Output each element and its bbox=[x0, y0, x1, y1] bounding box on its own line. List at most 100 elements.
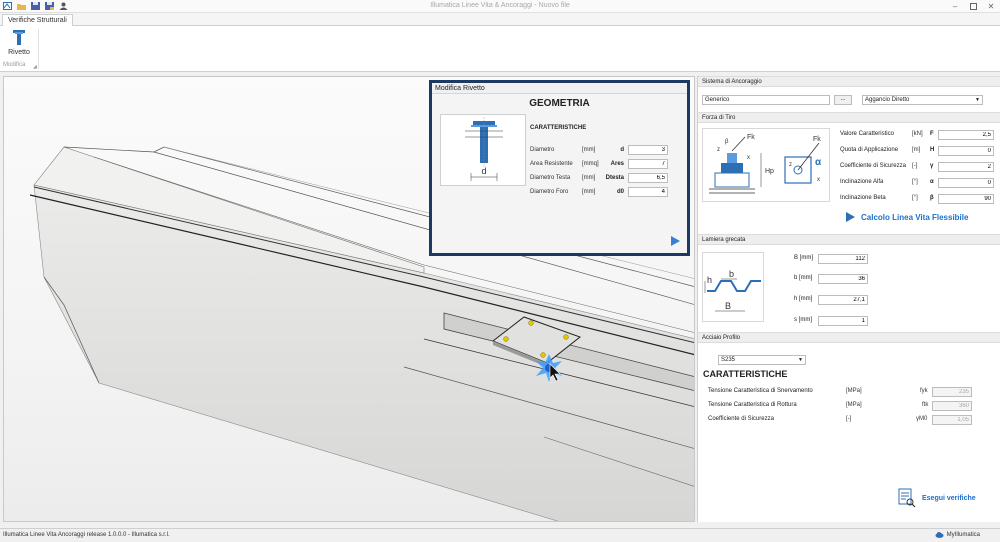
window-title: Illumatica Linee Vita & Ancoraggi - Nuov… bbox=[430, 2, 570, 9]
force-z-label: z bbox=[717, 147, 720, 153]
account-link[interactable]: MyIllumatica bbox=[935, 531, 980, 538]
rivet-diagram: d bbox=[440, 114, 526, 186]
field-unit: [MPa] bbox=[846, 402, 862, 408]
anchor-system-field[interactable]: Generico bbox=[702, 95, 830, 105]
account-label: MyIllumatica bbox=[946, 531, 980, 538]
corrugated-sheet-section: Lamiera grecata bbox=[698, 234, 1000, 245]
play-icon bbox=[846, 212, 855, 222]
field-unit: [m] bbox=[912, 147, 921, 153]
field-symbol: F bbox=[930, 131, 934, 137]
report-search-icon bbox=[898, 488, 916, 508]
field-symbol: d bbox=[620, 147, 624, 153]
field-symbol: γ bbox=[930, 163, 934, 169]
char-value-input[interactable] bbox=[938, 130, 994, 140]
field-symbol: γM0 bbox=[916, 416, 928, 422]
anchor-type-select[interactable]: Aggancio Diretto ▼ bbox=[862, 95, 983, 105]
field-label: s [mm] bbox=[794, 317, 812, 323]
tensile-strength-input[interactable] bbox=[932, 401, 972, 411]
field-unit: [-] bbox=[846, 416, 852, 422]
sheet-height-input[interactable] bbox=[818, 295, 868, 305]
field-symbol: Dtesta bbox=[605, 175, 624, 181]
next-arrow-icon[interactable] bbox=[669, 235, 681, 247]
tab-verifiche-strutturali[interactable]: Verifiche Strutturali bbox=[2, 14, 73, 26]
sheet-width-row: B [mm] bbox=[794, 254, 970, 264]
rivet-button-label: Rivetto bbox=[8, 49, 30, 56]
steel-grade-value: S235 bbox=[721, 357, 736, 363]
char-value-row: Valore Caratteristico [kN] F bbox=[840, 130, 998, 140]
calc-link-label: Calcolo Linea Vita Flessibile bbox=[861, 212, 969, 222]
sheet-width-input[interactable] bbox=[818, 254, 868, 264]
ribbon-group-label: Modifica bbox=[3, 62, 26, 68]
field-unit: [mm] bbox=[582, 175, 596, 181]
chevron-down-icon: ▼ bbox=[798, 357, 803, 363]
yield-strength-input[interactable] bbox=[932, 387, 972, 397]
safety-coefficient-row: Coefficiente di Sicurezza [-] γ bbox=[840, 162, 998, 172]
sheet-thickness-row: s [mm] bbox=[794, 316, 970, 326]
dialog-heading: GEOMETRIA bbox=[529, 98, 590, 109]
beta-inclination-row: Inclinazione Beta [°] β bbox=[840, 194, 998, 204]
field-label: Quota di Applicazione bbox=[840, 147, 899, 153]
field-unit: [-] bbox=[912, 163, 918, 169]
field-label: Diametro bbox=[530, 147, 555, 153]
field-label: Valore Caratteristico bbox=[840, 131, 894, 137]
field-symbol: fyk bbox=[920, 388, 928, 394]
sheet-big-b-label: B bbox=[725, 301, 731, 311]
rivet-area-input[interactable] bbox=[628, 159, 668, 169]
field-label: Diametro Foro bbox=[530, 189, 569, 195]
dialog-subheading: CARATTERISTICHE bbox=[530, 125, 587, 131]
status-text: Illumatica Linee Vita Ancoraggi release … bbox=[3, 532, 170, 538]
chevron-down-icon: ▼ bbox=[975, 97, 980, 103]
rivet-diameter-row: Diametro [mm] d bbox=[530, 145, 670, 156]
field-unit: [mm] bbox=[582, 189, 596, 195]
rivet-icon bbox=[13, 30, 25, 45]
sheet-b-label: b bbox=[729, 269, 734, 279]
rivet-hole-diameter-row: Diametro Foro [mm] d0 bbox=[530, 187, 670, 198]
alpha-inclination-input[interactable] bbox=[938, 178, 994, 188]
field-label: Inclinazione Alfa bbox=[840, 179, 884, 185]
edit-rivet-dialog[interactable]: Modifica Rivetto GEOMETRIA d CARATTERIST… bbox=[429, 80, 690, 256]
field-unit: [mmq] bbox=[582, 161, 599, 167]
field-label: Diametro Testa bbox=[530, 175, 571, 181]
maximize-icon[interactable] bbox=[968, 1, 978, 11]
characteristics-title: CARATTERISTICHE bbox=[703, 369, 788, 379]
field-label: Area Resistente bbox=[530, 161, 573, 167]
properties-panel: Sistema di Ancoraggio Generico ... Aggan… bbox=[697, 76, 1000, 522]
rivet-head-diameter-input[interactable] bbox=[628, 173, 668, 183]
beta-inclination-input[interactable] bbox=[938, 194, 994, 204]
field-label: Coefficiente di Sicurezza bbox=[708, 416, 774, 422]
top-view-z-label: z bbox=[789, 162, 792, 168]
field-unit: [MPa] bbox=[846, 388, 862, 394]
pull-force-section: Forza di Tiro bbox=[698, 112, 1000, 123]
field-label: B [mm] bbox=[794, 255, 813, 261]
ribbon-tab-row: Verifiche Strutturali bbox=[0, 13, 1000, 26]
field-label: b [mm] bbox=[794, 275, 813, 281]
rivet-head-diameter-row: Diametro Testa [mm] Dtesta bbox=[530, 173, 670, 184]
steel-safety-coefficient-input[interactable] bbox=[932, 415, 972, 425]
run-checks-button[interactable]: Esegui verifiche bbox=[898, 486, 994, 510]
rivet-button[interactable]: Rivetto bbox=[4, 29, 34, 59]
force-diagram: Fk β z x Hp Fk α z x bbox=[702, 128, 830, 202]
sheet-thickness-input[interactable] bbox=[818, 316, 868, 326]
safety-coefficient-input[interactable] bbox=[938, 162, 994, 172]
rivet-diameter-input[interactable] bbox=[628, 145, 668, 155]
field-label: Inclinazione Beta bbox=[840, 195, 886, 201]
steel-grade-select[interactable]: S235 ▼ bbox=[718, 355, 806, 365]
field-unit: [kN] bbox=[912, 131, 923, 137]
sheet-rib-width-input[interactable] bbox=[818, 274, 868, 284]
alpha-inclination-row: Inclinazione Alfa [°] α bbox=[840, 178, 998, 188]
dialog-title: Modifica Rivetto bbox=[432, 83, 687, 94]
flexible-lifeline-calc-link[interactable]: Calcolo Linea Vita Flessibile bbox=[846, 212, 968, 222]
ribbon-separator bbox=[38, 29, 39, 69]
top-view-fk-label: Fk bbox=[813, 136, 821, 143]
rivet-hole-diameter-input[interactable] bbox=[628, 187, 668, 197]
field-symbol: ftk bbox=[922, 402, 929, 408]
minimize-icon[interactable]: – bbox=[950, 1, 960, 11]
status-bar: Illumatica Linee Vita Ancoraggi release … bbox=[0, 528, 1000, 542]
group-launcher-icon[interactable]: ◢ bbox=[33, 64, 37, 70]
browse-anchor-button[interactable]: ... bbox=[834, 95, 852, 105]
run-checks-label: Esegui verifiche bbox=[922, 494, 976, 502]
field-symbol: β bbox=[930, 195, 934, 201]
application-height-input[interactable] bbox=[938, 146, 994, 156]
field-symbol: H bbox=[930, 147, 935, 153]
close-icon[interactable]: ✕ bbox=[986, 1, 996, 11]
